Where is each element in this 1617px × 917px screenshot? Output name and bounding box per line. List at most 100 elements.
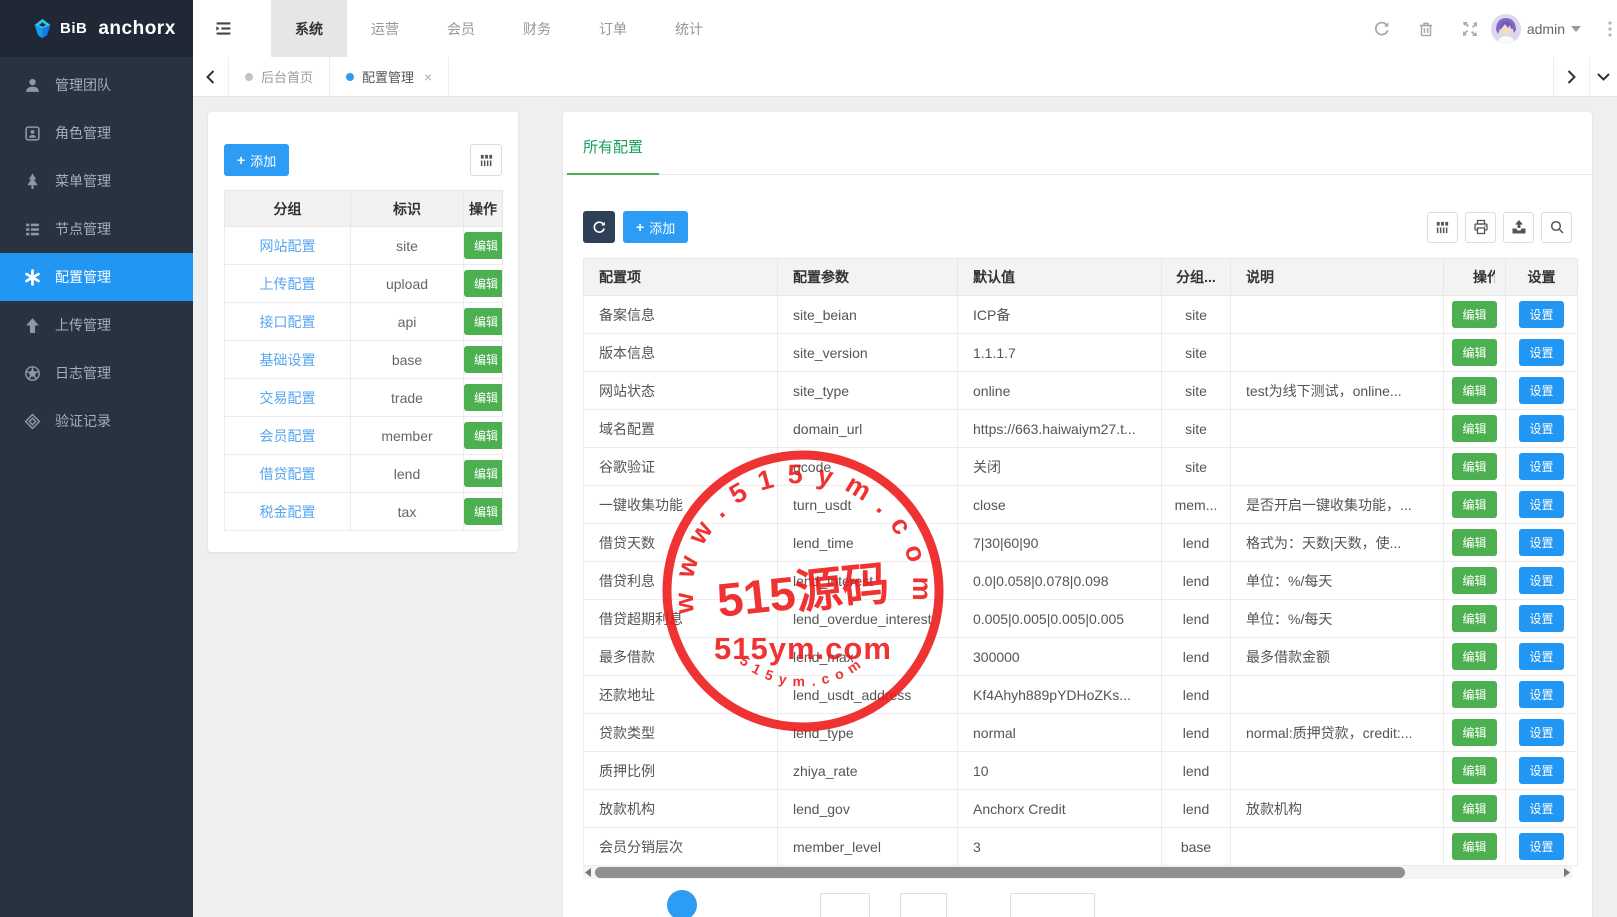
- group-columns-toggle-button[interactable]: [470, 144, 502, 176]
- columns-toggle-button[interactable]: [1427, 212, 1458, 243]
- horizontal-scrollbar[interactable]: [583, 866, 1572, 879]
- settings-button[interactable]: 设置: [1519, 491, 1563, 518]
- group-link[interactable]: 税金配置: [260, 504, 316, 520]
- more-dots-icon[interactable]: [1607, 20, 1613, 38]
- edit-button[interactable]: 编辑: [1452, 681, 1496, 708]
- export-button[interactable]: [1503, 212, 1534, 243]
- settings-button[interactable]: 设置: [1519, 301, 1563, 328]
- edit-button[interactable]: 编辑: [1452, 377, 1496, 404]
- edit-button[interactable]: 编辑: [464, 346, 503, 373]
- group-link[interactable]: 交易配置: [260, 390, 316, 406]
- group-name-cell: 接口配置: [225, 303, 351, 341]
- pagination-size-select[interactable]: [1010, 893, 1095, 917]
- group-cell: lend: [1162, 790, 1231, 828]
- edit-button[interactable]: 编辑: [1452, 301, 1496, 328]
- edit-button[interactable]: 编辑: [1452, 643, 1496, 670]
- edit-button[interactable]: 编辑: [1452, 491, 1496, 518]
- settings-button[interactable]: 设置: [1519, 567, 1563, 594]
- tab-配置管理[interactable]: 配置管理×: [330, 57, 449, 96]
- settings-button[interactable]: 设置: [1519, 681, 1563, 708]
- group-link[interactable]: 基础设置: [260, 352, 316, 368]
- group-link[interactable]: 会员配置: [260, 428, 316, 444]
- edit-button[interactable]: 编辑: [1452, 339, 1496, 366]
- scroll-left-arrow-icon[interactable]: [583, 866, 593, 879]
- edit-button[interactable]: 编辑: [1452, 757, 1496, 784]
- pagination-go-button[interactable]: [900, 893, 947, 917]
- sidebar-item-节点管理[interactable]: 节点管理: [0, 205, 193, 253]
- edit-button[interactable]: 编辑: [464, 232, 503, 259]
- nav-item-运营[interactable]: 运营: [347, 0, 423, 57]
- sidebar-item-菜单管理[interactable]: 菜单管理: [0, 157, 193, 205]
- sidebar-item-日志管理[interactable]: 日志管理: [0, 349, 193, 397]
- sidebar-collapse-button[interactable]: [193, 0, 253, 57]
- settings-button[interactable]: 设置: [1519, 795, 1563, 822]
- edit-button[interactable]: 编辑: [1452, 605, 1496, 632]
- fullscreen-icon[interactable]: [1461, 20, 1479, 38]
- settings-button[interactable]: 设置: [1519, 339, 1563, 366]
- nav-item-订单[interactable]: 订单: [575, 0, 651, 57]
- edit-button[interactable]: 编辑: [464, 384, 503, 411]
- edit-button[interactable]: 编辑: [1452, 719, 1496, 746]
- settings-button[interactable]: 设置: [1519, 719, 1563, 746]
- edit-button[interactable]: 编辑: [1452, 529, 1496, 556]
- print-button[interactable]: [1465, 212, 1496, 243]
- sidebar-item-配置管理[interactable]: 配置管理: [0, 253, 193, 301]
- default-value-cell: Kf4Ahyh889pYDHoZKs...: [958, 676, 1162, 714]
- edit-button[interactable]: 编辑: [1452, 833, 1496, 860]
- edit-button[interactable]: 编辑: [464, 308, 503, 335]
- group-add-button[interactable]: + 添加: [224, 144, 289, 176]
- settings-button[interactable]: 设置: [1519, 757, 1563, 784]
- sidebar-item-角色管理[interactable]: 角色管理: [0, 109, 193, 157]
- refresh-icon[interactable]: [1373, 20, 1391, 38]
- settings-button[interactable]: 设置: [1519, 415, 1563, 442]
- nav-item-会员[interactable]: 会员: [423, 0, 499, 57]
- edit-button[interactable]: 编辑: [464, 270, 503, 297]
- edit-button[interactable]: 编辑: [1452, 453, 1496, 480]
- settings-cell: 设置: [1506, 296, 1578, 334]
- scrollbar-thumb[interactable]: [595, 867, 1405, 878]
- group-link[interactable]: 借贷配置: [260, 466, 316, 482]
- edit-button[interactable]: 编辑: [1452, 567, 1496, 594]
- pagination-page-1[interactable]: [667, 890, 697, 917]
- settings-button[interactable]: 设置: [1519, 643, 1563, 670]
- nav-item-统计[interactable]: 统计: [651, 0, 727, 57]
- tab-all-configs[interactable]: 所有配置: [567, 116, 659, 175]
- nav-item-财务[interactable]: 财务: [499, 0, 575, 57]
- settings-button[interactable]: 设置: [1519, 453, 1563, 480]
- sidebar-item-管理团队[interactable]: 管理团队: [0, 61, 193, 109]
- edit-button[interactable]: 编辑: [1452, 795, 1496, 822]
- tabs-scroll-left-button[interactable]: [193, 57, 229, 96]
- scroll-right-arrow-icon[interactable]: [1562, 866, 1572, 879]
- tab-后台首页[interactable]: 后台首页: [229, 57, 330, 96]
- tabs-scroll-right-button[interactable]: [1553, 57, 1589, 96]
- edit-button[interactable]: 编辑: [464, 460, 503, 487]
- pagination-input[interactable]: [820, 893, 870, 917]
- group-link[interactable]: 上传配置: [260, 276, 316, 292]
- user-menu[interactable]: admin: [1491, 14, 1581, 44]
- sidebar-item-上传管理[interactable]: 上传管理: [0, 301, 193, 349]
- search-button[interactable]: [1541, 212, 1572, 243]
- tabs-menu-button[interactable]: [1589, 57, 1617, 96]
- config-item-cell: 谷歌验证: [584, 448, 778, 486]
- group-link[interactable]: 接口配置: [260, 314, 316, 330]
- tab-close-icon[interactable]: ×: [424, 69, 432, 85]
- group-cell: lend: [1162, 638, 1231, 676]
- sidebar-item-label: 上传管理: [55, 315, 111, 335]
- group-link[interactable]: 网站配置: [260, 238, 316, 254]
- settings-button[interactable]: 设置: [1519, 377, 1563, 404]
- config-param-cell: lend_type: [778, 714, 958, 752]
- trash-icon[interactable]: [1417, 20, 1435, 38]
- nav-item-系统[interactable]: 系统: [271, 0, 347, 57]
- config-add-button[interactable]: + 添加: [623, 211, 688, 243]
- log-ball-icon: [24, 365, 41, 382]
- settings-button[interactable]: 设置: [1519, 833, 1563, 860]
- scrollbar-track[interactable]: [593, 867, 1562, 878]
- edit-button[interactable]: 编辑: [464, 422, 503, 449]
- edit-button[interactable]: 编辑: [1452, 415, 1496, 442]
- group-cell: mem...: [1162, 486, 1231, 524]
- table-refresh-button[interactable]: [583, 211, 615, 243]
- settings-button[interactable]: 设置: [1519, 605, 1563, 632]
- sidebar-item-验证记录[interactable]: 验证记录: [0, 397, 193, 445]
- settings-button[interactable]: 设置: [1519, 529, 1563, 556]
- edit-button[interactable]: 编辑: [464, 498, 503, 525]
